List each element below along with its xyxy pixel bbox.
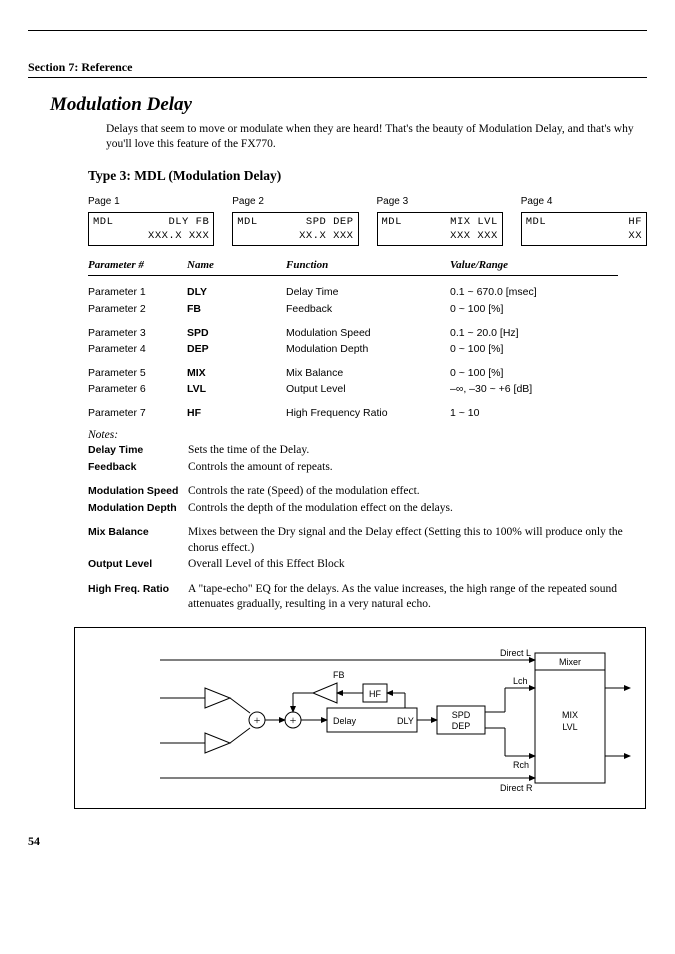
th-name: Name [187, 256, 286, 276]
page3-lcd: MDL MIX LVL XXX XXX [377, 212, 503, 246]
diagram-label: Direct R [500, 783, 533, 793]
lcd-text: DLY FB [168, 215, 209, 229]
table-row: Parameter 7HFHigh Frequency Ratio1 ~ 10 [88, 405, 618, 421]
notes-head: Notes: [88, 428, 628, 444]
notes-block: Notes: Delay TimeSets the time of the De… [88, 428, 628, 613]
note-desc: Controls the rate (Speed) of the modulat… [188, 484, 420, 500]
intro-text: Delays that seem to move or modulate whe… [106, 122, 637, 153]
diagram-label: HF [369, 689, 381, 699]
diagram-label: DLY [397, 716, 414, 726]
diagram-label: MIX [562, 710, 578, 720]
th-range: Value/Range [450, 256, 618, 276]
note-label: Modulation Depth [88, 501, 188, 517]
table-row: Parameter 6LVLOutput Level–∞, –30 ~ +6 [… [88, 381, 618, 397]
page1-lcd: MDL DLY FB XXX.X XXX [88, 212, 214, 246]
lcd-text: XX.X XXX [299, 229, 353, 243]
lcd-text: MIX LVL [450, 215, 498, 229]
table-row: Parameter 3SPDModulation Speed0.1 ~ 20.0… [88, 325, 618, 341]
th-func: Function [286, 256, 450, 276]
note-label: Modulation Speed [88, 484, 188, 500]
diagram-label: Mixer [559, 657, 581, 667]
note-desc: Overall Level of this Effect Block [188, 557, 345, 573]
page-title: Modulation Delay [50, 92, 647, 118]
page4-label: Page 4 [521, 195, 647, 209]
lcd-text: HF [628, 215, 642, 229]
subtitle: Type 3: MDL (Modulation Delay) [88, 167, 647, 185]
page1-label: Page 1 [88, 195, 214, 209]
table-row: Parameter 4DEPModulation Depth0 ~ 100 [%… [88, 341, 618, 357]
lcd-text: XX [628, 229, 642, 243]
note-desc: Controls the depth of the modulation eff… [188, 501, 453, 517]
lcd-pages: Page 1 MDL DLY FB XXX.X XXX Page 2 MDL SPD… [88, 195, 647, 246]
lcd-text: MDL [237, 215, 257, 229]
lcd-text: MDL [93, 215, 113, 229]
diagram-label: LVL [562, 722, 577, 732]
note-label: Output Level [88, 557, 188, 573]
note-desc: Mixes between the Dry signal and the Del… [188, 525, 628, 556]
diagram-label: DEP [452, 721, 471, 731]
parameter-table: Parameter # Name Function Value/Range Pa… [88, 256, 618, 422]
th-num: Parameter # [88, 256, 187, 276]
diagram-label: Lch [513, 676, 528, 686]
page-number: 54 [28, 833, 647, 849]
note-label: Feedback [88, 460, 188, 476]
diagram-label: Delay [333, 716, 357, 726]
lcd-text: XXX XXX [450, 229, 498, 243]
section-header: Section 7: Reference [28, 59, 647, 78]
table-row: Parameter 2FBFeedback0 ~ 100 [%] [88, 301, 618, 317]
diagram-label: FB [333, 670, 345, 680]
note-label: High Freq. Ratio [88, 582, 188, 613]
note-label: Mix Balance [88, 525, 188, 556]
page4-lcd: MDL HF XX [521, 212, 647, 246]
table-row: Parameter 1DLYDelay Time0.1 ~ 670.0 [mse… [88, 284, 618, 300]
diagram-label: SPD [452, 710, 471, 720]
lcd-text: MDL [526, 215, 546, 229]
diagram-label: Direct L [500, 648, 531, 658]
note-desc: Controls the amount of repeats. [188, 460, 333, 476]
lcd-text: SPD DEP [306, 215, 354, 229]
page2-label: Page 2 [232, 195, 358, 209]
svg-text:+: + [254, 713, 261, 727]
top-rule [28, 30, 647, 31]
table-row: Parameter 5MIXMix Balance0 ~ 100 [%] [88, 365, 618, 381]
note-desc: Sets the time of the Delay. [188, 443, 309, 459]
diagram-label: Rch [513, 760, 529, 770]
page2-lcd: MDL SPD DEP XX.X XXX [232, 212, 358, 246]
note-label: Delay Time [88, 443, 188, 459]
page3-label: Page 3 [377, 195, 503, 209]
lcd-text: MDL [382, 215, 402, 229]
lcd-text: XXX.X XXX [148, 229, 209, 243]
svg-text:+: + [290, 713, 297, 727]
signal-diagram: Mixer MIX LVL Direct L Direct R + + [74, 627, 646, 809]
note-desc: A "tape-echo" EQ for the delays. As the … [188, 582, 628, 613]
